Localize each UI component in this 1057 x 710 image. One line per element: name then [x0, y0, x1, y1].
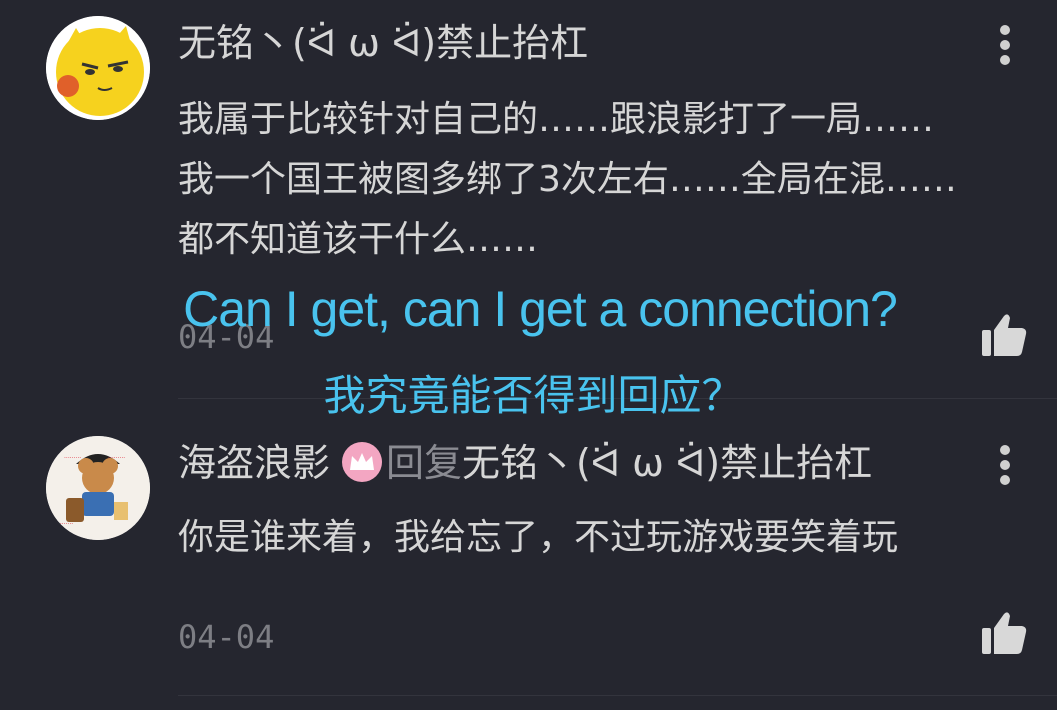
comment-line: 我一个国王被图多绑了3次左右……全局在混……: [178, 159, 957, 200]
comment-line: 都不知道该干什么……: [178, 219, 539, 260]
svg-text:·········: ·········: [56, 521, 73, 528]
subtitle-english: Can I get, can I get a connection?: [183, 281, 898, 337]
comment-line: 我属于比较针对自己的……跟浪影打了一局……: [178, 99, 935, 140]
dot: [1000, 460, 1010, 470]
avatar[interactable]: [46, 16, 150, 120]
dot: [1000, 55, 1010, 65]
dot: [1000, 475, 1010, 485]
crown-icon: [342, 442, 383, 482]
svg-text:·········: ·········: [108, 455, 125, 462]
reply-label: 回复: [386, 441, 463, 485]
dot: [1000, 40, 1010, 50]
comment-text: 你是谁来着，我给忘了，不过玩游戏要笑着玩: [178, 508, 898, 568]
more-options-button[interactable]: [990, 440, 1020, 490]
like-button[interactable]: [980, 610, 1028, 656]
username-line: 海盗浪影 回复无铭丶(ᐛ ω ᐛ)禁止抬杠: [178, 440, 872, 486]
divider: [178, 695, 1057, 696]
comment-text: 我属于比较针对自己的……跟浪影打了一局…… 我一个国王被图多绑了3次左右……全局…: [178, 90, 957, 270]
comment-item: ········· ········· ········· 海盗浪影 回复无铭丶(…: [0, 400, 1057, 700]
reply-to-username[interactable]: 无铭丶(ᐛ ω ᐛ)禁止抬杠: [462, 441, 872, 485]
comment-line: 你是谁来着，我给忘了，不过玩游戏要笑着玩: [178, 517, 899, 558]
comment-item: 无铭丶(ᐛ ω ᐛ)禁止抬杠 我属于比较针对自己的……跟浪影打了一局…… 我一个…: [0, 0, 1057, 400]
vertical-dots-icon: [1000, 445, 1010, 455]
more-options-button[interactable]: [990, 20, 1020, 70]
comment-date: 04-04: [178, 618, 275, 656]
thumbs-up-icon: [982, 612, 1027, 654]
avatar[interactable]: ········· ········· ·········: [46, 436, 150, 540]
svg-text:·········: ·········: [64, 455, 81, 462]
vertical-dots-icon: [1000, 25, 1010, 35]
username[interactable]: 海盗浪影: [178, 441, 330, 485]
subtitle-chinese: 我究竟能否得到回应？: [323, 371, 744, 420]
pirate-mouse-avatar-icon: ········· ········· ·········: [46, 436, 150, 540]
yellow-cartoon-face-avatar-icon: [46, 16, 150, 120]
username[interactable]: 无铭丶(ᐛ ω ᐛ)禁止抬杠: [178, 20, 588, 66]
